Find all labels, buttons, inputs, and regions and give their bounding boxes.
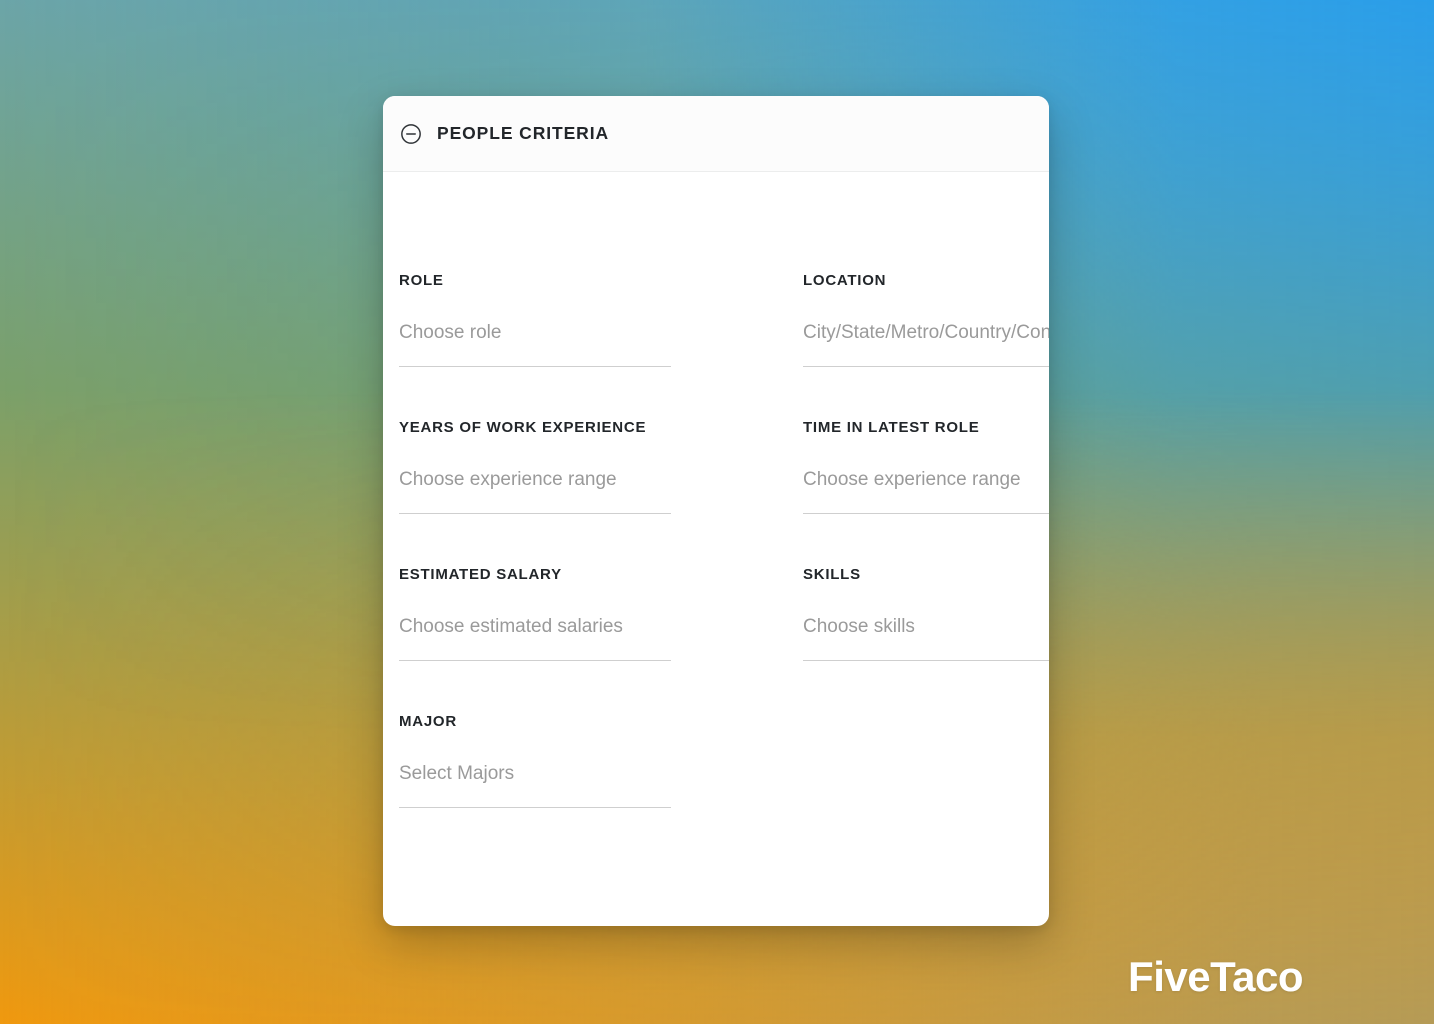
field-skills: SKILLS [803, 566, 1049, 713]
field-location: LOCATION [803, 272, 1049, 419]
field-major: MAJOR [399, 713, 803, 860]
card-header[interactable]: PEOPLE CRITERIA [383, 96, 1049, 172]
skills-input[interactable] [803, 616, 1049, 661]
field-label-time-in-latest-role: TIME IN LATEST ROLE [803, 419, 980, 436]
field-label-skills: SKILLS [803, 566, 861, 583]
field-estimated-salary: ESTIMATED SALARY [399, 566, 803, 713]
minus-circle-icon[interactable] [400, 123, 422, 145]
role-input[interactable] [399, 322, 671, 367]
criteria-form: ROLE LOCATION YEARS OF WORK EXPERIENCE T… [383, 172, 1049, 860]
field-label-role: ROLE [399, 272, 444, 289]
time-in-latest-role-input[interactable] [803, 469, 1049, 514]
field-label-location: LOCATION [803, 272, 887, 289]
field-label-major: MAJOR [399, 713, 457, 730]
field-placeholder-empty [803, 713, 1049, 860]
people-criteria-card: PEOPLE CRITERIA ROLE LOCATION YEARS OF W… [383, 96, 1049, 926]
location-input[interactable] [803, 322, 1049, 367]
years-of-work-experience-input[interactable] [399, 469, 671, 514]
field-role: ROLE [399, 272, 803, 419]
major-input[interactable] [399, 763, 671, 808]
criteria-field-grid: ROLE LOCATION YEARS OF WORK EXPERIENCE T… [383, 272, 1049, 860]
field-years-of-work-experience: YEARS OF WORK EXPERIENCE [399, 419, 803, 566]
field-label-years-of-work-experience: YEARS OF WORK EXPERIENCE [399, 419, 647, 436]
field-label-estimated-salary: ESTIMATED SALARY [399, 566, 562, 583]
estimated-salary-input[interactable] [399, 616, 671, 661]
fivetaco-watermark: FiveTaco [1128, 953, 1303, 1000]
page-title: PEOPLE CRITERIA [437, 123, 609, 143]
field-time-in-latest-role: TIME IN LATEST ROLE [803, 419, 1049, 566]
